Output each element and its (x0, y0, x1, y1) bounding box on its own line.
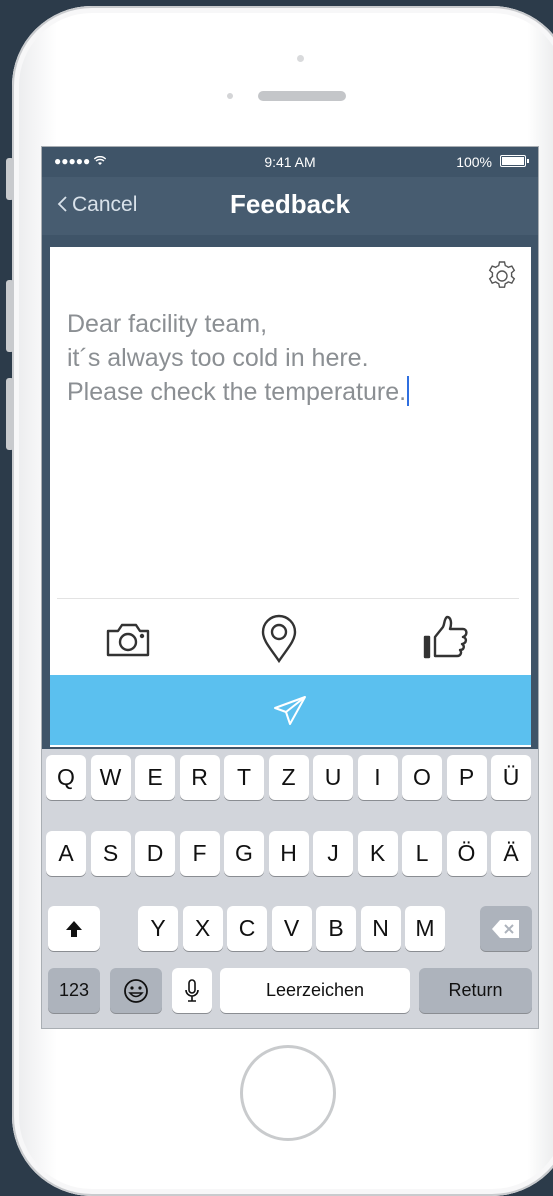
front-sensor (297, 55, 304, 62)
key-a[interactable]: A (46, 831, 86, 876)
battery-icon (500, 155, 529, 167)
key-r[interactable]: R (179, 755, 220, 800)
thumbs-up-icon[interactable] (415, 609, 475, 669)
key-d[interactable]: D (135, 831, 175, 876)
key-x[interactable]: X (182, 906, 223, 951)
key-g[interactable]: G (224, 831, 264, 876)
backspace-icon (492, 919, 519, 938)
key-b[interactable]: B (316, 906, 356, 951)
key-ü[interactable]: Ü (491, 755, 531, 800)
key-ö[interactable]: Ö (446, 831, 487, 876)
mute-switch (6, 158, 14, 200)
volume-down-button (6, 378, 14, 450)
emoji-key[interactable] (110, 968, 162, 1013)
key-n[interactable]: N (360, 906, 401, 951)
message-line: Dear facility team, (67, 310, 268, 338)
app-screen: ●●●●● 9:41 AM 100% Cancel Feedback Dear … (41, 146, 539, 1029)
battery-percent: 100% (456, 154, 492, 170)
delete-key[interactable] (480, 906, 532, 951)
microphone-icon (185, 978, 199, 1002)
key-l[interactable]: L (402, 831, 442, 876)
key-m[interactable]: M (405, 906, 445, 951)
front-camera (227, 93, 233, 99)
keyboard: Q W E R T Z U I O P Ü A S D F G H J K L Ö Ä Y X C V B N M 123 Leerzeic… (42, 749, 538, 1028)
page-title: Feedback (230, 189, 350, 219)
key-c[interactable]: C (227, 906, 267, 951)
key-o[interactable]: O (402, 755, 442, 800)
shift-key[interactable] (48, 906, 100, 951)
feedback-card: Dear facility team, it´s always too cold… (50, 247, 531, 747)
status-bar: ●●●●● 9:41 AM 100% (42, 147, 538, 177)
divider (57, 598, 519, 599)
return-key[interactable]: Return (419, 968, 532, 1013)
message-line: Please check the temperature. (67, 375, 517, 409)
key-v[interactable]: V (271, 906, 312, 951)
key-h[interactable]: H (268, 831, 309, 876)
key-p[interactable]: P (446, 755, 487, 800)
volume-up-button (6, 280, 14, 352)
key-w[interactable]: W (90, 755, 131, 800)
key-q[interactable]: Q (46, 755, 86, 800)
earpiece-speaker (258, 91, 346, 101)
key-f[interactable]: F (179, 831, 220, 876)
numbers-key[interactable]: 123 (48, 968, 100, 1013)
space-key[interactable]: Leerzeichen (220, 968, 410, 1013)
key-j[interactable]: J (313, 831, 353, 876)
message-line: it´s always too cold in here. (67, 344, 369, 372)
key-e[interactable]: E (135, 755, 175, 800)
location-pin-icon[interactable] (249, 609, 309, 669)
key-i[interactable]: I (357, 755, 398, 800)
send-button[interactable] (50, 675, 531, 745)
message-line-text: Please check the temperature. (67, 378, 407, 406)
camera-icon[interactable] (98, 609, 158, 669)
key-z[interactable]: Z (268, 755, 309, 800)
feedback-message-input[interactable]: Dear facility team, it´s always too cold… (67, 307, 517, 409)
home-button[interactable] (240, 1045, 336, 1141)
key-t[interactable]: T (224, 755, 264, 800)
emoji-icon (124, 978, 148, 1003)
key-y[interactable]: Y (138, 906, 178, 951)
microphone-key[interactable] (172, 968, 212, 1013)
key-ä[interactable]: Ä (491, 831, 531, 876)
shift-arrow-icon (66, 920, 82, 937)
gear-icon[interactable] (485, 259, 519, 293)
key-s[interactable]: S (90, 831, 131, 876)
navigation-bar: Cancel Feedback (42, 177, 538, 235)
text-cursor (407, 376, 410, 406)
paper-plane-icon (274, 696, 306, 725)
key-u[interactable]: U (313, 755, 353, 800)
key-k[interactable]: K (357, 831, 398, 876)
